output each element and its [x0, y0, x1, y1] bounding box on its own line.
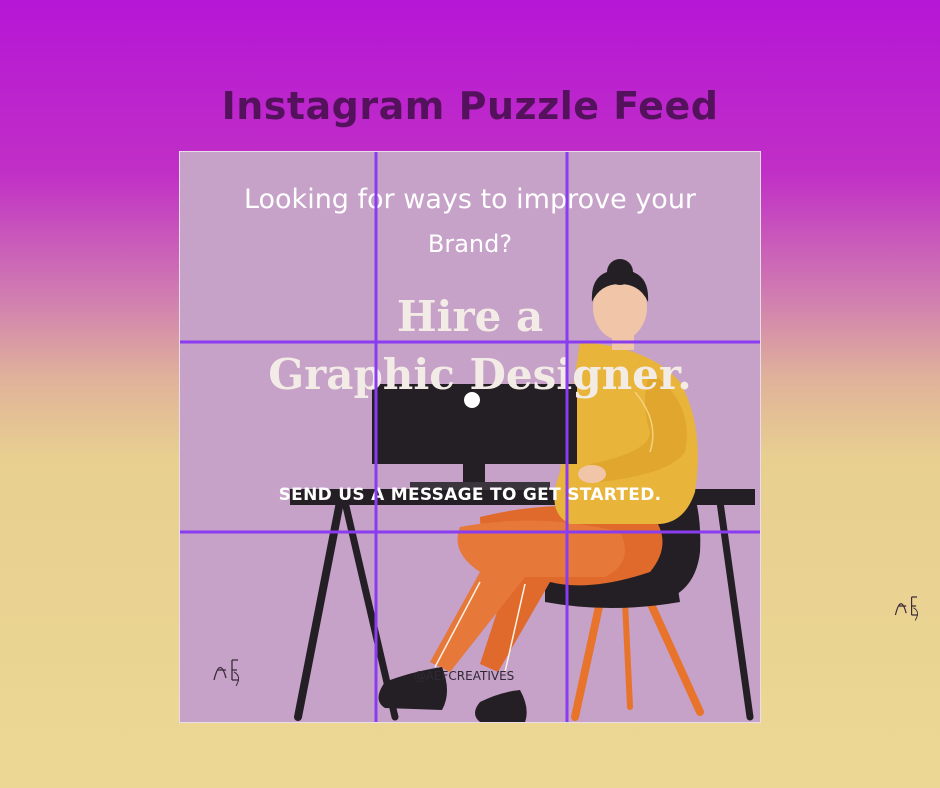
aef-signature-icon: [894, 596, 918, 621]
puzzle-grid: [180, 152, 760, 722]
page-title: Instagram Puzzle Feed: [221, 84, 719, 128]
puzzle-preview: Looking for ways to improve your Brand? …: [180, 152, 760, 722]
